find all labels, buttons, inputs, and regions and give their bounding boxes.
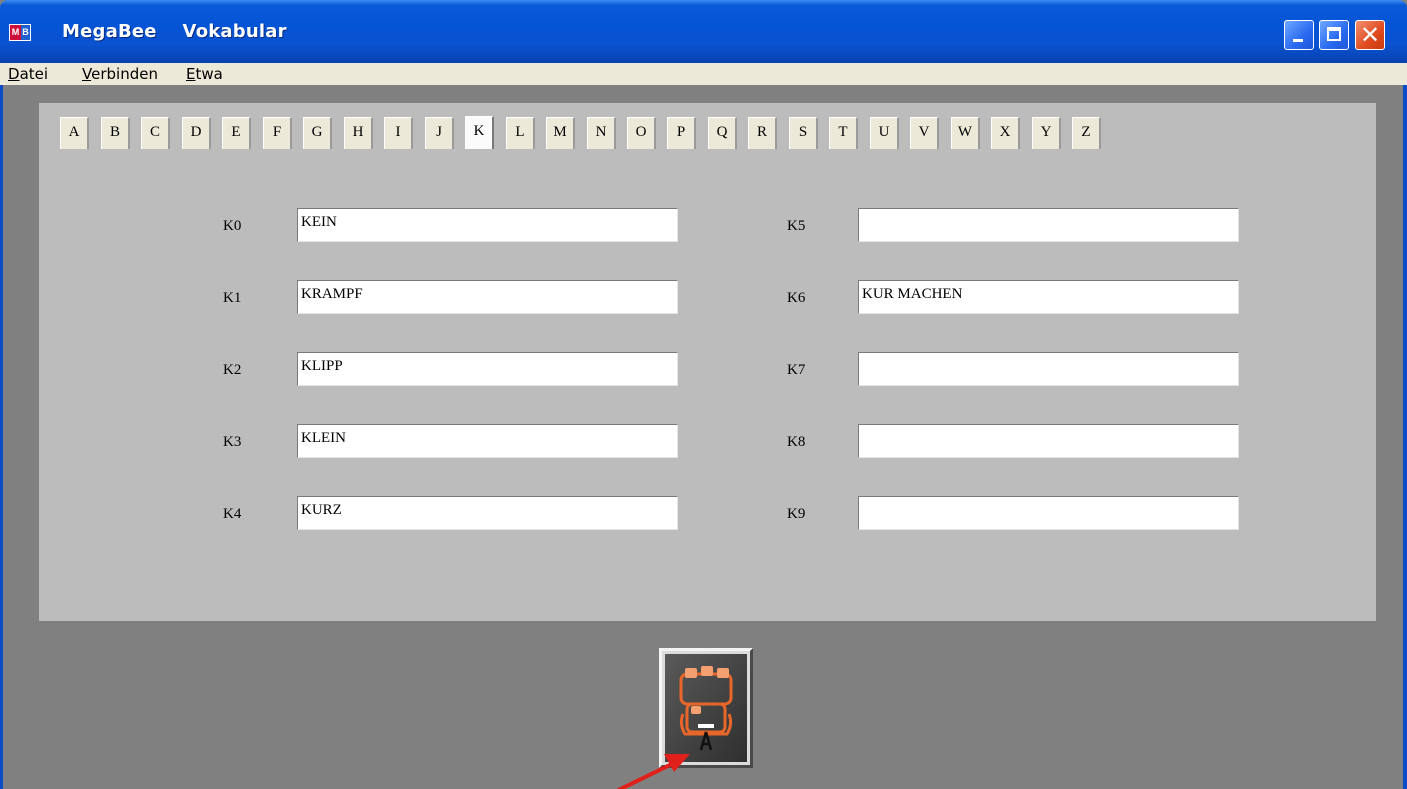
annotation-arrow <box>616 754 690 789</box>
